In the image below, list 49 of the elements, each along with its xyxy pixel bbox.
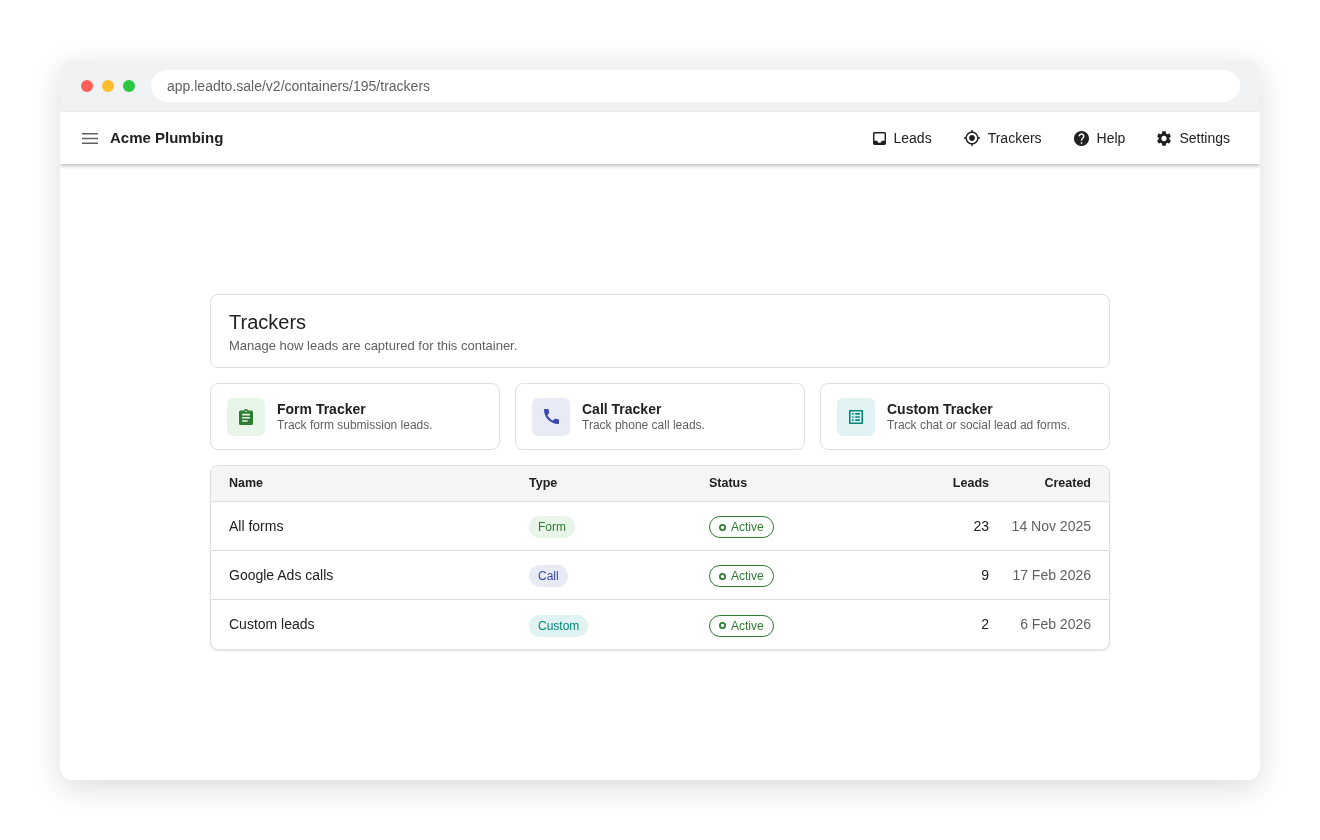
phone-icon xyxy=(532,397,570,436)
app-title: Acme Plumbing xyxy=(110,127,224,148)
name-cell-text: All forms xyxy=(229,516,284,536)
tracker-card[interactable]: Custom Tracker Track chat or social lead ad forms. xyxy=(820,383,1110,450)
tracker-description: Track chat or social lead ad forms. xyxy=(887,417,1070,433)
close-window-icon[interactable] xyxy=(81,80,93,92)
tracker-card[interactable]: Form Tracker Track form submission leads. xyxy=(210,383,500,450)
created-cell-text: 6 Feb 2026 xyxy=(1020,615,1091,634)
ring-icon xyxy=(719,523,726,531)
nav-button[interactable]: Settings xyxy=(1149,121,1238,155)
tracker-title: Form Tracker xyxy=(277,400,367,418)
column-header: Name xyxy=(229,475,264,493)
ring-icon xyxy=(719,572,726,580)
status-label: Active xyxy=(731,568,764,586)
type-tag: Form xyxy=(529,516,575,538)
help-icon[interactable] xyxy=(1073,130,1089,146)
type-tag: Custom xyxy=(529,614,589,637)
ring-icon xyxy=(719,622,726,630)
column-header: Status xyxy=(709,475,748,493)
type-tag: Call xyxy=(529,565,568,587)
tracker-title: Call Tracker xyxy=(582,400,663,418)
crosshair-icon[interactable] xyxy=(963,130,980,146)
column-header: Leads xyxy=(952,475,989,493)
inbox-icon[interactable] xyxy=(872,131,886,145)
created-cell-text: 17 Feb 2026 xyxy=(1012,565,1091,585)
tracker-description: Track phone call leads. xyxy=(582,417,705,433)
page-subtitle: Manage how leads are captured for this container. xyxy=(229,338,519,354)
leads-cell-text: 2 xyxy=(981,615,989,634)
name-cell-text: Google Ads calls xyxy=(229,565,334,585)
created-cell-text: 14 Nov 2025 xyxy=(1011,516,1091,536)
status-label: Active xyxy=(731,617,764,635)
list-icon xyxy=(837,397,875,436)
leads-cell-text: 9 xyxy=(981,565,989,585)
settings-icon[interactable] xyxy=(1157,130,1172,146)
tracker-card[interactable]: Call Tracker Track phone call leads. xyxy=(515,383,805,450)
nav-button[interactable]: Trackers xyxy=(955,121,1050,155)
name-cell-text: Custom leads xyxy=(229,615,315,634)
status-label: Active xyxy=(731,519,764,537)
menu-icon[interactable] xyxy=(82,132,98,144)
address-bar[interactable]: app.leadto.sale/v2/containers/195/trackers xyxy=(151,70,1240,102)
column-header: Type xyxy=(529,475,558,493)
leads-cell-text: 23 xyxy=(973,516,989,536)
page-title: Trackers xyxy=(229,310,308,334)
column-header: Created xyxy=(1044,475,1091,493)
tracker-description: Track form submission leads. xyxy=(277,417,433,433)
nav-button[interactable]: Help xyxy=(1065,121,1134,155)
nav-button[interactable]: Leads xyxy=(864,121,940,155)
tracker-title: Custom Tracker xyxy=(887,400,994,418)
clipboard-icon xyxy=(227,397,265,436)
